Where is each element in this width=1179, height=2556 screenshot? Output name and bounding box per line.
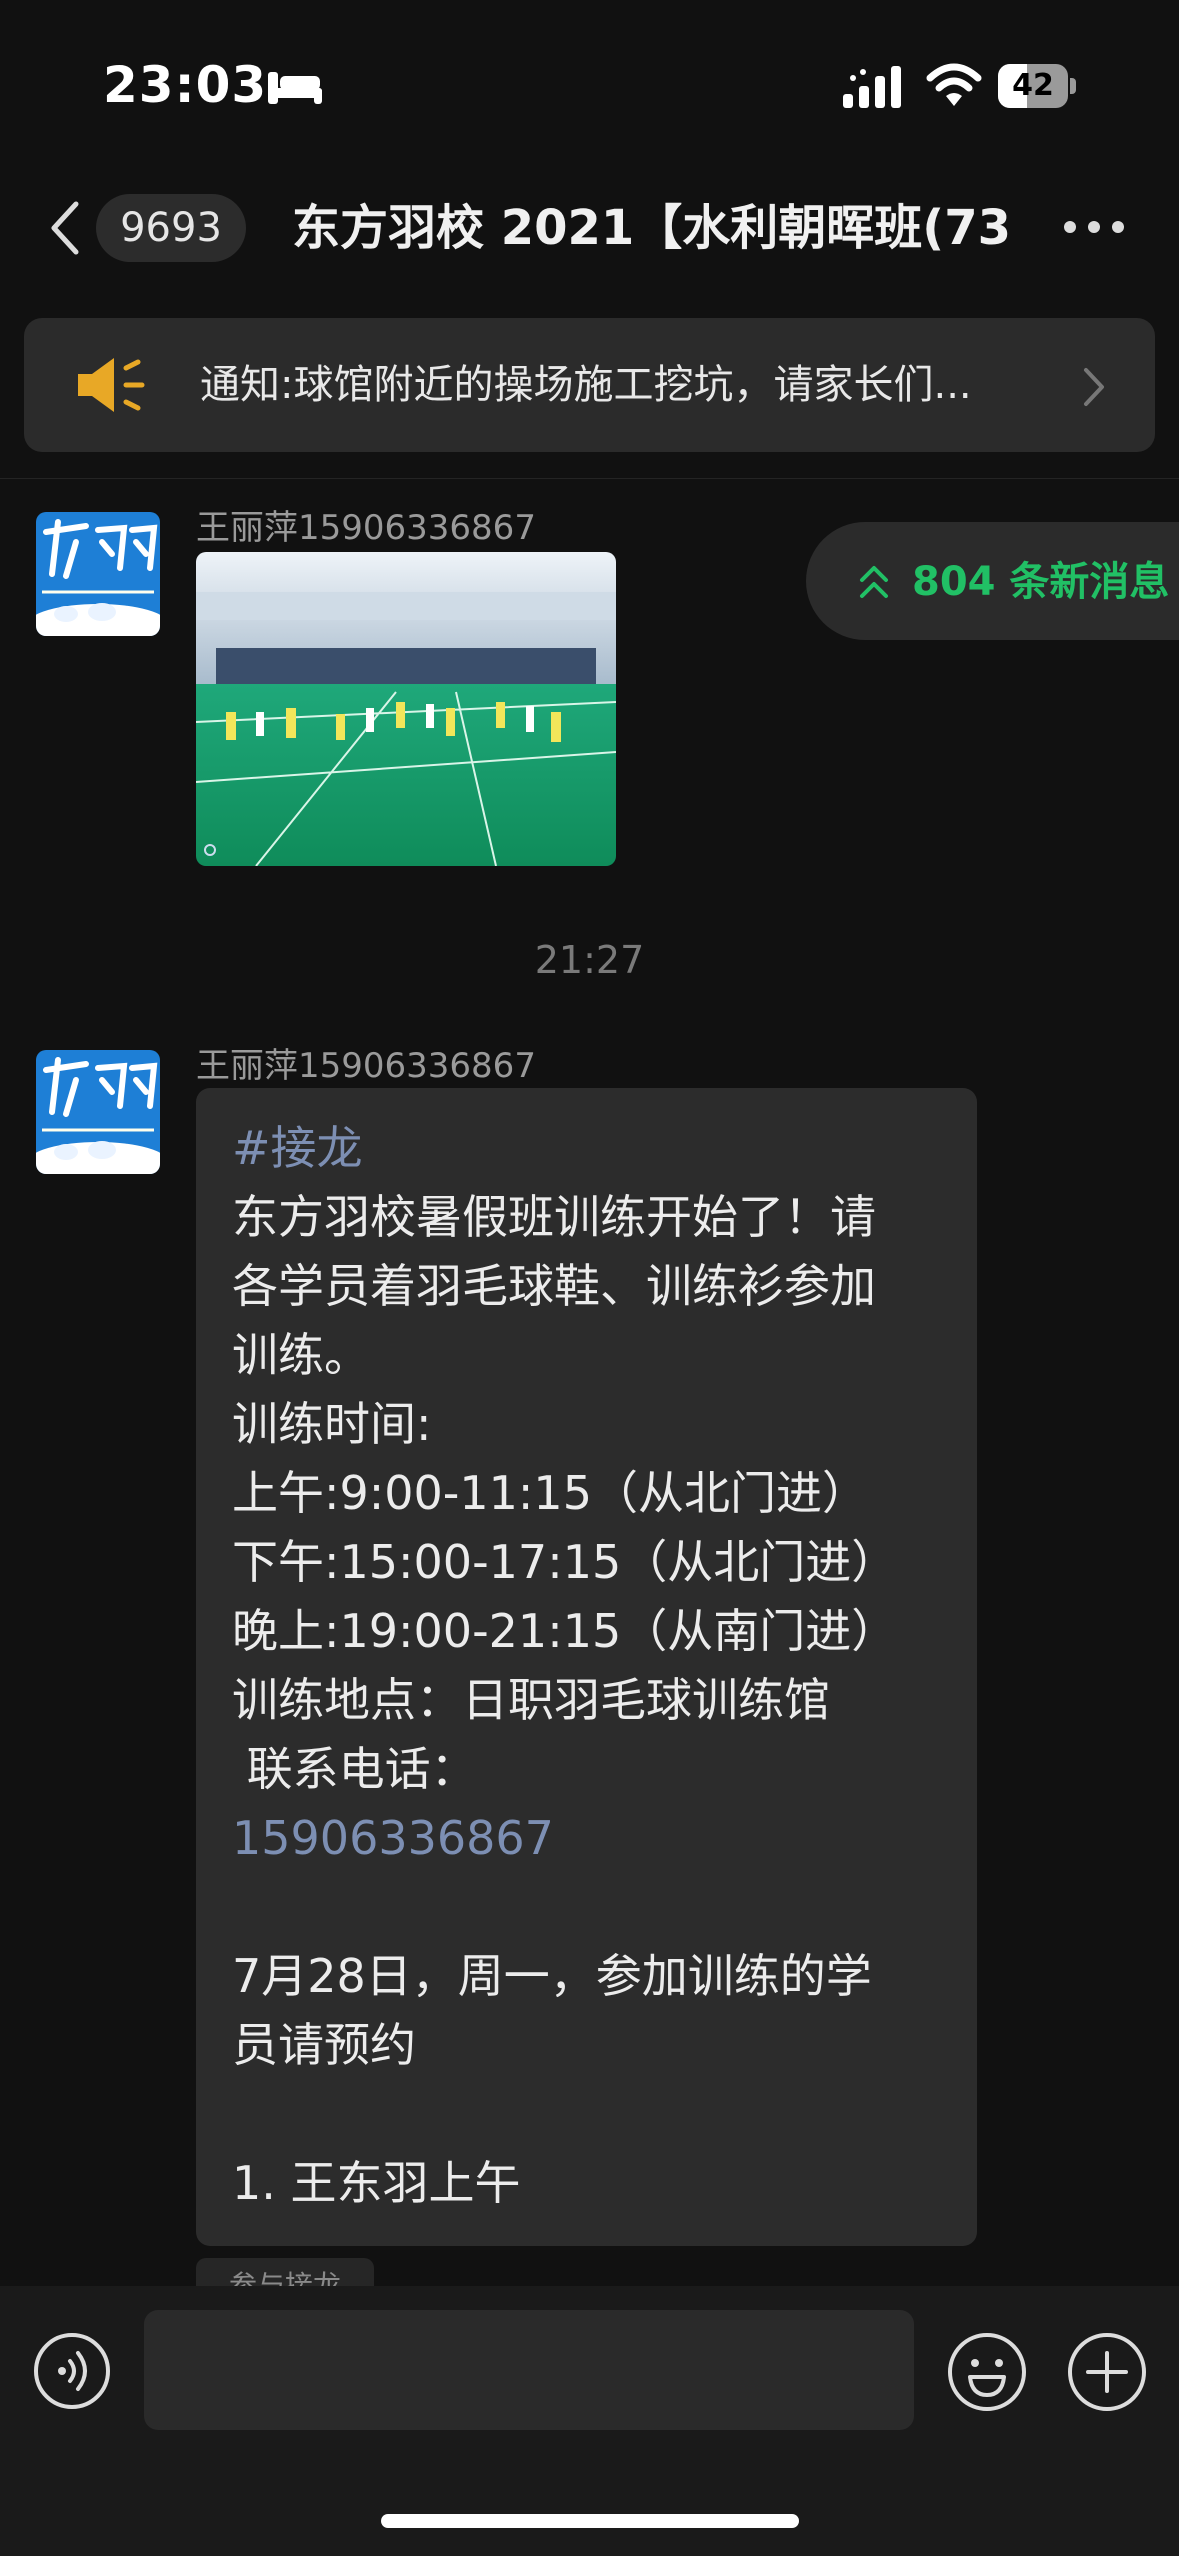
bed-icon: [268, 72, 322, 104]
message-line: 东方羽校暑假班训练开始了！请: [232, 1190, 876, 1244]
badminton-hall-photo[interactable]: [196, 552, 616, 866]
message-timestamp: 21:27: [534, 938, 645, 982]
phone-number-link[interactable]: 15906336867: [232, 1804, 954, 1873]
divider: [0, 478, 1179, 479]
avatar[interactable]: [36, 512, 160, 636]
message-line: 1. 王东羽上午: [232, 2156, 521, 2210]
battery-label: 42: [1012, 68, 1054, 103]
sender-name: 王丽萍15906336867: [196, 508, 536, 548]
chevron-right-icon[interactable]: [1078, 366, 1108, 408]
voice-icon[interactable]: [32, 2331, 112, 2411]
jielong-tag[interactable]: #接龙: [232, 1114, 954, 1183]
message-line: 员请预约: [232, 2018, 416, 2072]
message-line: 下午:15:00-17:15（从北门进）: [232, 1535, 898, 1589]
sender-name: 王丽萍15906336867: [196, 1046, 536, 1086]
plus-icon[interactable]: [1066, 2331, 1148, 2413]
message-line: 训练地点：日职羽毛球训练馆: [232, 1673, 830, 1727]
message-line: 训练。: [232, 1328, 370, 1382]
message-line: 各学员着羽毛球鞋、训练衫参加: [232, 1259, 876, 1313]
message-line: 训练时间:: [232, 1397, 432, 1451]
message-text[interactable]: #接龙 东方羽校暑假班训练开始了！请 各学员着羽毛球鞋、训练衫参加 训练。 训练…: [232, 1114, 954, 2218]
notice-text[interactable]: 通知:球馆附近的操场施工挖坑，请家长们...: [200, 352, 972, 418]
speaker-icon: [78, 358, 145, 412]
message-line: 上午:9:00-11:15（从北门进）: [232, 1466, 868, 1520]
message-line: 联系电话：: [232, 1742, 477, 1796]
chevron-left-icon[interactable]: [46, 198, 86, 258]
emoji-icon[interactable]: [946, 2331, 1028, 2413]
signal-icon: [843, 66, 901, 108]
avatar[interactable]: [36, 1050, 160, 1174]
new-messages-label[interactable]: 804 条新消息: [912, 552, 1169, 612]
home-indicator[interactable]: [381, 2514, 799, 2528]
status-time: 23:03: [103, 56, 268, 114]
group-chat-title[interactable]: 东方羽校 2021【水利朝晖班(73): [292, 194, 1012, 262]
double-chevron-up-icon[interactable]: [856, 562, 892, 602]
wifi-icon: [926, 63, 982, 106]
message-line: 7月28日，周一，参加训练的学: [232, 1949, 872, 2003]
ellipsis-icon[interactable]: [1062, 212, 1126, 242]
unread-count-badge[interactable]: 9693: [96, 194, 246, 262]
message-input[interactable]: [144, 2310, 914, 2430]
message-line: 晚上:19:00-21:15（从南门进）: [232, 1604, 898, 1658]
battery-icon: 42: [998, 64, 1076, 108]
